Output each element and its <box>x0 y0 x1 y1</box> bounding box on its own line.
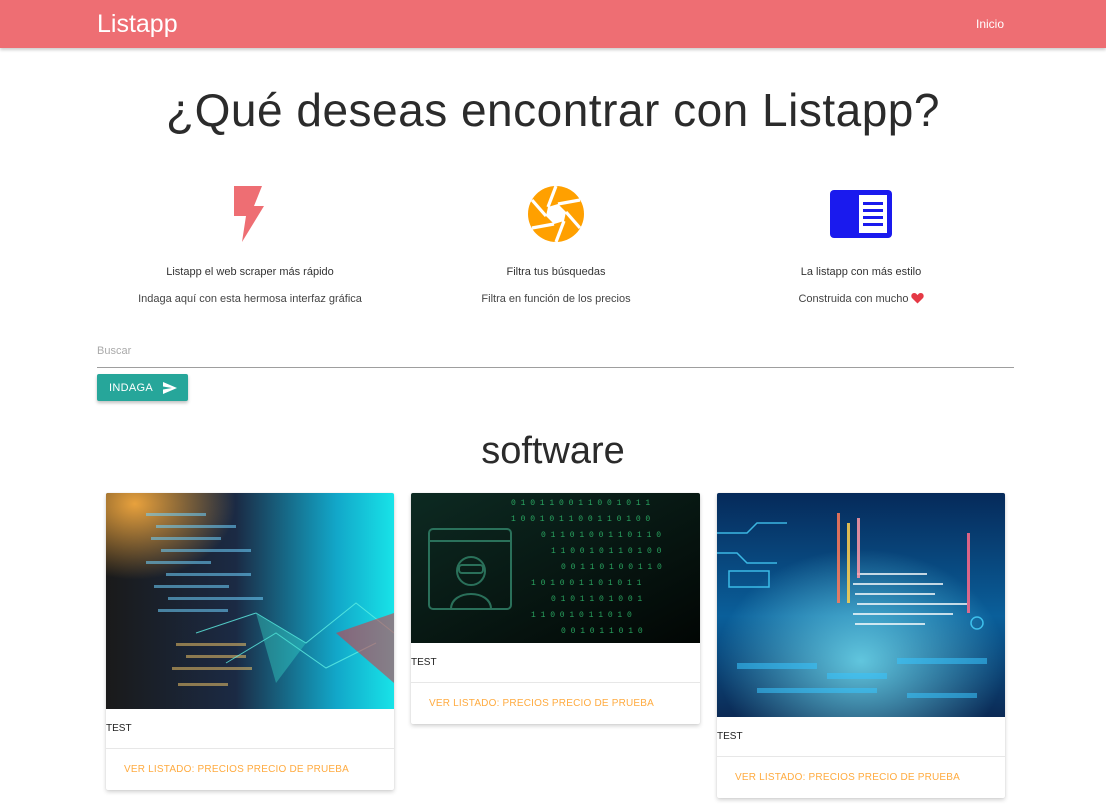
svg-text:0 0 1 1 0 1 0 0 1 1 0: 0 0 1 1 0 1 0 0 1 1 0 <box>561 563 662 572</box>
feature-title: Filtra tus búsquedas <box>506 266 606 278</box>
camera-shutter-icon <box>528 185 584 243</box>
svg-text:1 0 0 1 0 1 1 0 0 1 1 0 1 0 0: 1 0 0 1 0 1 1 0 0 1 1 0 1 0 0 <box>511 515 650 524</box>
svg-text:0 1 0 1 1 0 0 1 1 0 0 1 0 1 1: 0 1 0 1 1 0 0 1 1 0 0 1 0 1 1 <box>511 499 650 508</box>
card-action-link[interactable]: VER LISTADO: PRECIOS PRECIO DE PRUEBA <box>106 748 394 790</box>
feature-title: Listapp el web scraper más rápido <box>166 266 334 278</box>
svg-text:1 0 1 0 0 1 1 0 1 0 1 1: 1 0 1 0 0 1 1 0 1 0 1 1 <box>531 579 642 588</box>
search-input[interactable] <box>97 340 1014 368</box>
nav-link-inicio[interactable]: Inicio <box>976 16 1004 32</box>
section-title: software <box>481 430 625 472</box>
svg-text:1 1 0 0 1 0 1 1 0 1 0: 1 1 0 0 1 0 1 1 0 1 0 <box>531 611 632 620</box>
heart-icon <box>910 292 924 304</box>
feature-style: La listapp con más estilo Construida con… <box>701 180 1021 306</box>
navbar: Listapp Inicio <box>0 0 1106 48</box>
feature-filter: Filtra tus búsquedas Filtra en función d… <box>396 180 716 306</box>
svg-text:0 1 0 1 1 0 1 0 0 1: 0 1 0 1 1 0 1 0 0 1 <box>551 595 642 604</box>
brand-logo[interactable]: Listapp <box>97 9 178 39</box>
feature-title: La listapp con más estilo <box>800 266 922 278</box>
chrome-reader-icon <box>830 190 892 238</box>
feature-subtitle: Indaga aquí con esta hermosa interfaz gr… <box>138 293 362 305</box>
card-image <box>106 493 394 709</box>
flash-icon <box>234 186 264 242</box>
page-headline: ¿Qué deseas encontrar con Listapp? <box>166 84 940 136</box>
result-card: TEST VER LISTADO: PRECIOS PRECIO DE PRUE… <box>106 493 394 790</box>
feature-subtitle-text: Construida con mucho <box>798 293 909 305</box>
svg-text:0 0 1 0 1 1 0 1 0: 0 0 1 0 1 1 0 1 0 <box>561 627 643 636</box>
feature-subtitle: Filtra en función de los precios <box>481 293 631 305</box>
card-action-link[interactable]: VER LISTADO: PRECIOS PRECIO DE PRUEBA <box>717 756 1005 798</box>
card-caption: TEST <box>411 657 437 668</box>
result-card: 0 1 0 1 1 0 0 1 1 0 0 1 0 1 1 1 0 0 1 0 … <box>411 493 700 724</box>
card-action-link[interactable]: VER LISTADO: PRECIOS PRECIO DE PRUEBA <box>411 682 700 724</box>
indaga-button[interactable]: INDAGA <box>97 374 188 401</box>
card-image: 0 1 0 1 1 0 0 1 1 0 0 1 0 1 1 1 0 0 1 0 … <box>411 493 700 643</box>
svg-text:0 1 1 0 1 0 0 1 1 0 1 1 0: 0 1 1 0 1 0 0 1 1 0 1 1 0 <box>541 531 661 540</box>
result-card: TEST VER LISTADO: PRECIOS PRECIO DE PRUE… <box>717 493 1005 798</box>
feature-subtitle: Construida con mucho <box>701 292 1021 306</box>
card-caption: TEST <box>106 723 132 734</box>
card-image <box>717 493 1005 717</box>
send-icon <box>162 381 177 394</box>
svg-text:1 1 0 0 1 0 1 1 0 1 0 0: 1 1 0 0 1 0 1 1 0 1 0 0 <box>551 547 662 556</box>
indaga-button-label: INDAGA <box>109 381 153 394</box>
card-caption: TEST <box>717 731 743 742</box>
search-label: Buscar <box>97 345 132 357</box>
feature-fast: Listapp el web scraper más rápido Indaga… <box>90 180 410 306</box>
